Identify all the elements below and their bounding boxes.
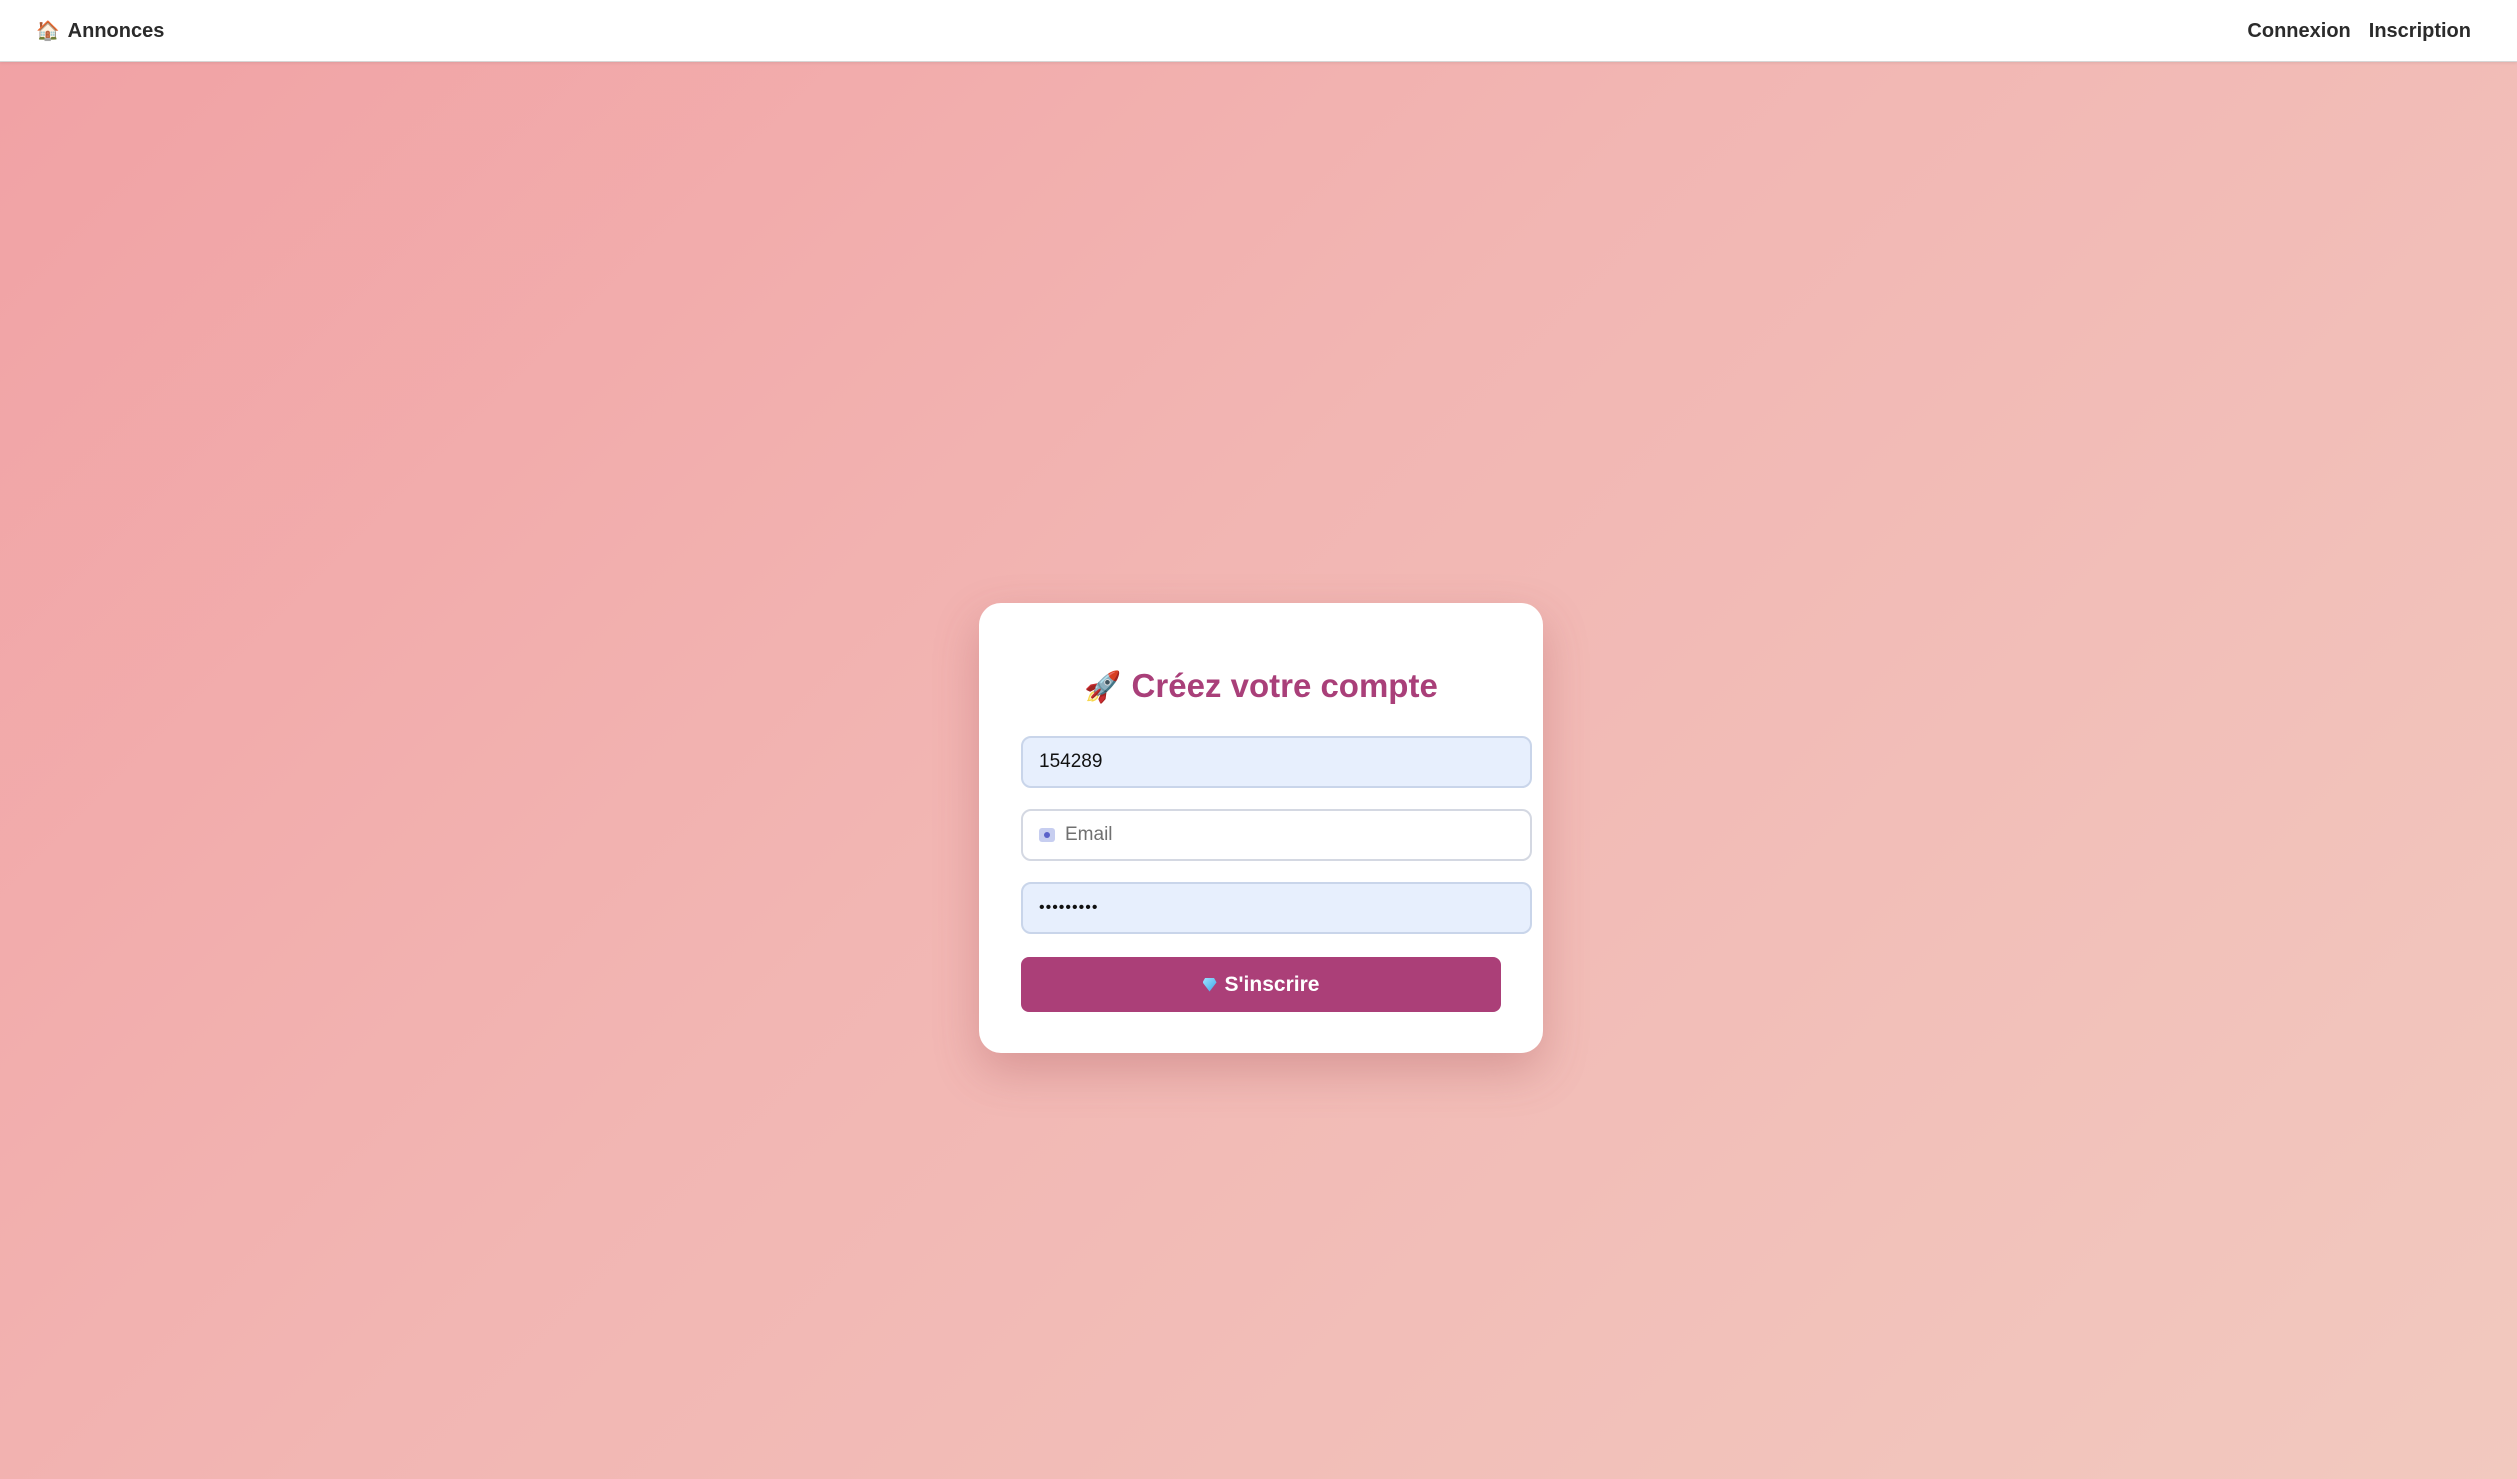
email-field[interactable]: Email (1021, 809, 1532, 861)
title-text: Créez votre compte (1131, 667, 1438, 704)
nav-links: Connexion Inscription (2247, 0, 2471, 62)
id-card-icon (1039, 828, 1055, 842)
brand-link[interactable]: 🏠 Annonces (36, 0, 164, 62)
house-icon: 🏠 (36, 20, 60, 42)
username-value: 154289 (1039, 751, 1103, 772)
top-navbar: 🏠 Annonces Connexion Inscription (0, 0, 2517, 62)
password-field[interactable]: ••••••••• (1021, 882, 1532, 934)
username-field[interactable]: 154289 (1021, 736, 1532, 788)
gem-icon (1202, 977, 1217, 992)
signup-card: 🚀 Créez votre compte 154289 Email •••••••… (979, 603, 1543, 1053)
rocket-icon: 🚀 (1084, 671, 1122, 704)
signup-button-label: S'inscrire (1224, 972, 1320, 996)
signup-button[interactable]: S'inscrire (1021, 957, 1501, 1012)
password-value: ••••••••• (1039, 899, 1099, 916)
page-title: 🚀 Créez votre compte (979, 667, 1543, 705)
nav-link-connexion[interactable]: Connexion (2247, 20, 2350, 43)
email-placeholder: Email (1065, 824, 1113, 845)
nav-link-inscription[interactable]: Inscription (2369, 20, 2471, 43)
brand-label: Annonces (67, 19, 165, 42)
